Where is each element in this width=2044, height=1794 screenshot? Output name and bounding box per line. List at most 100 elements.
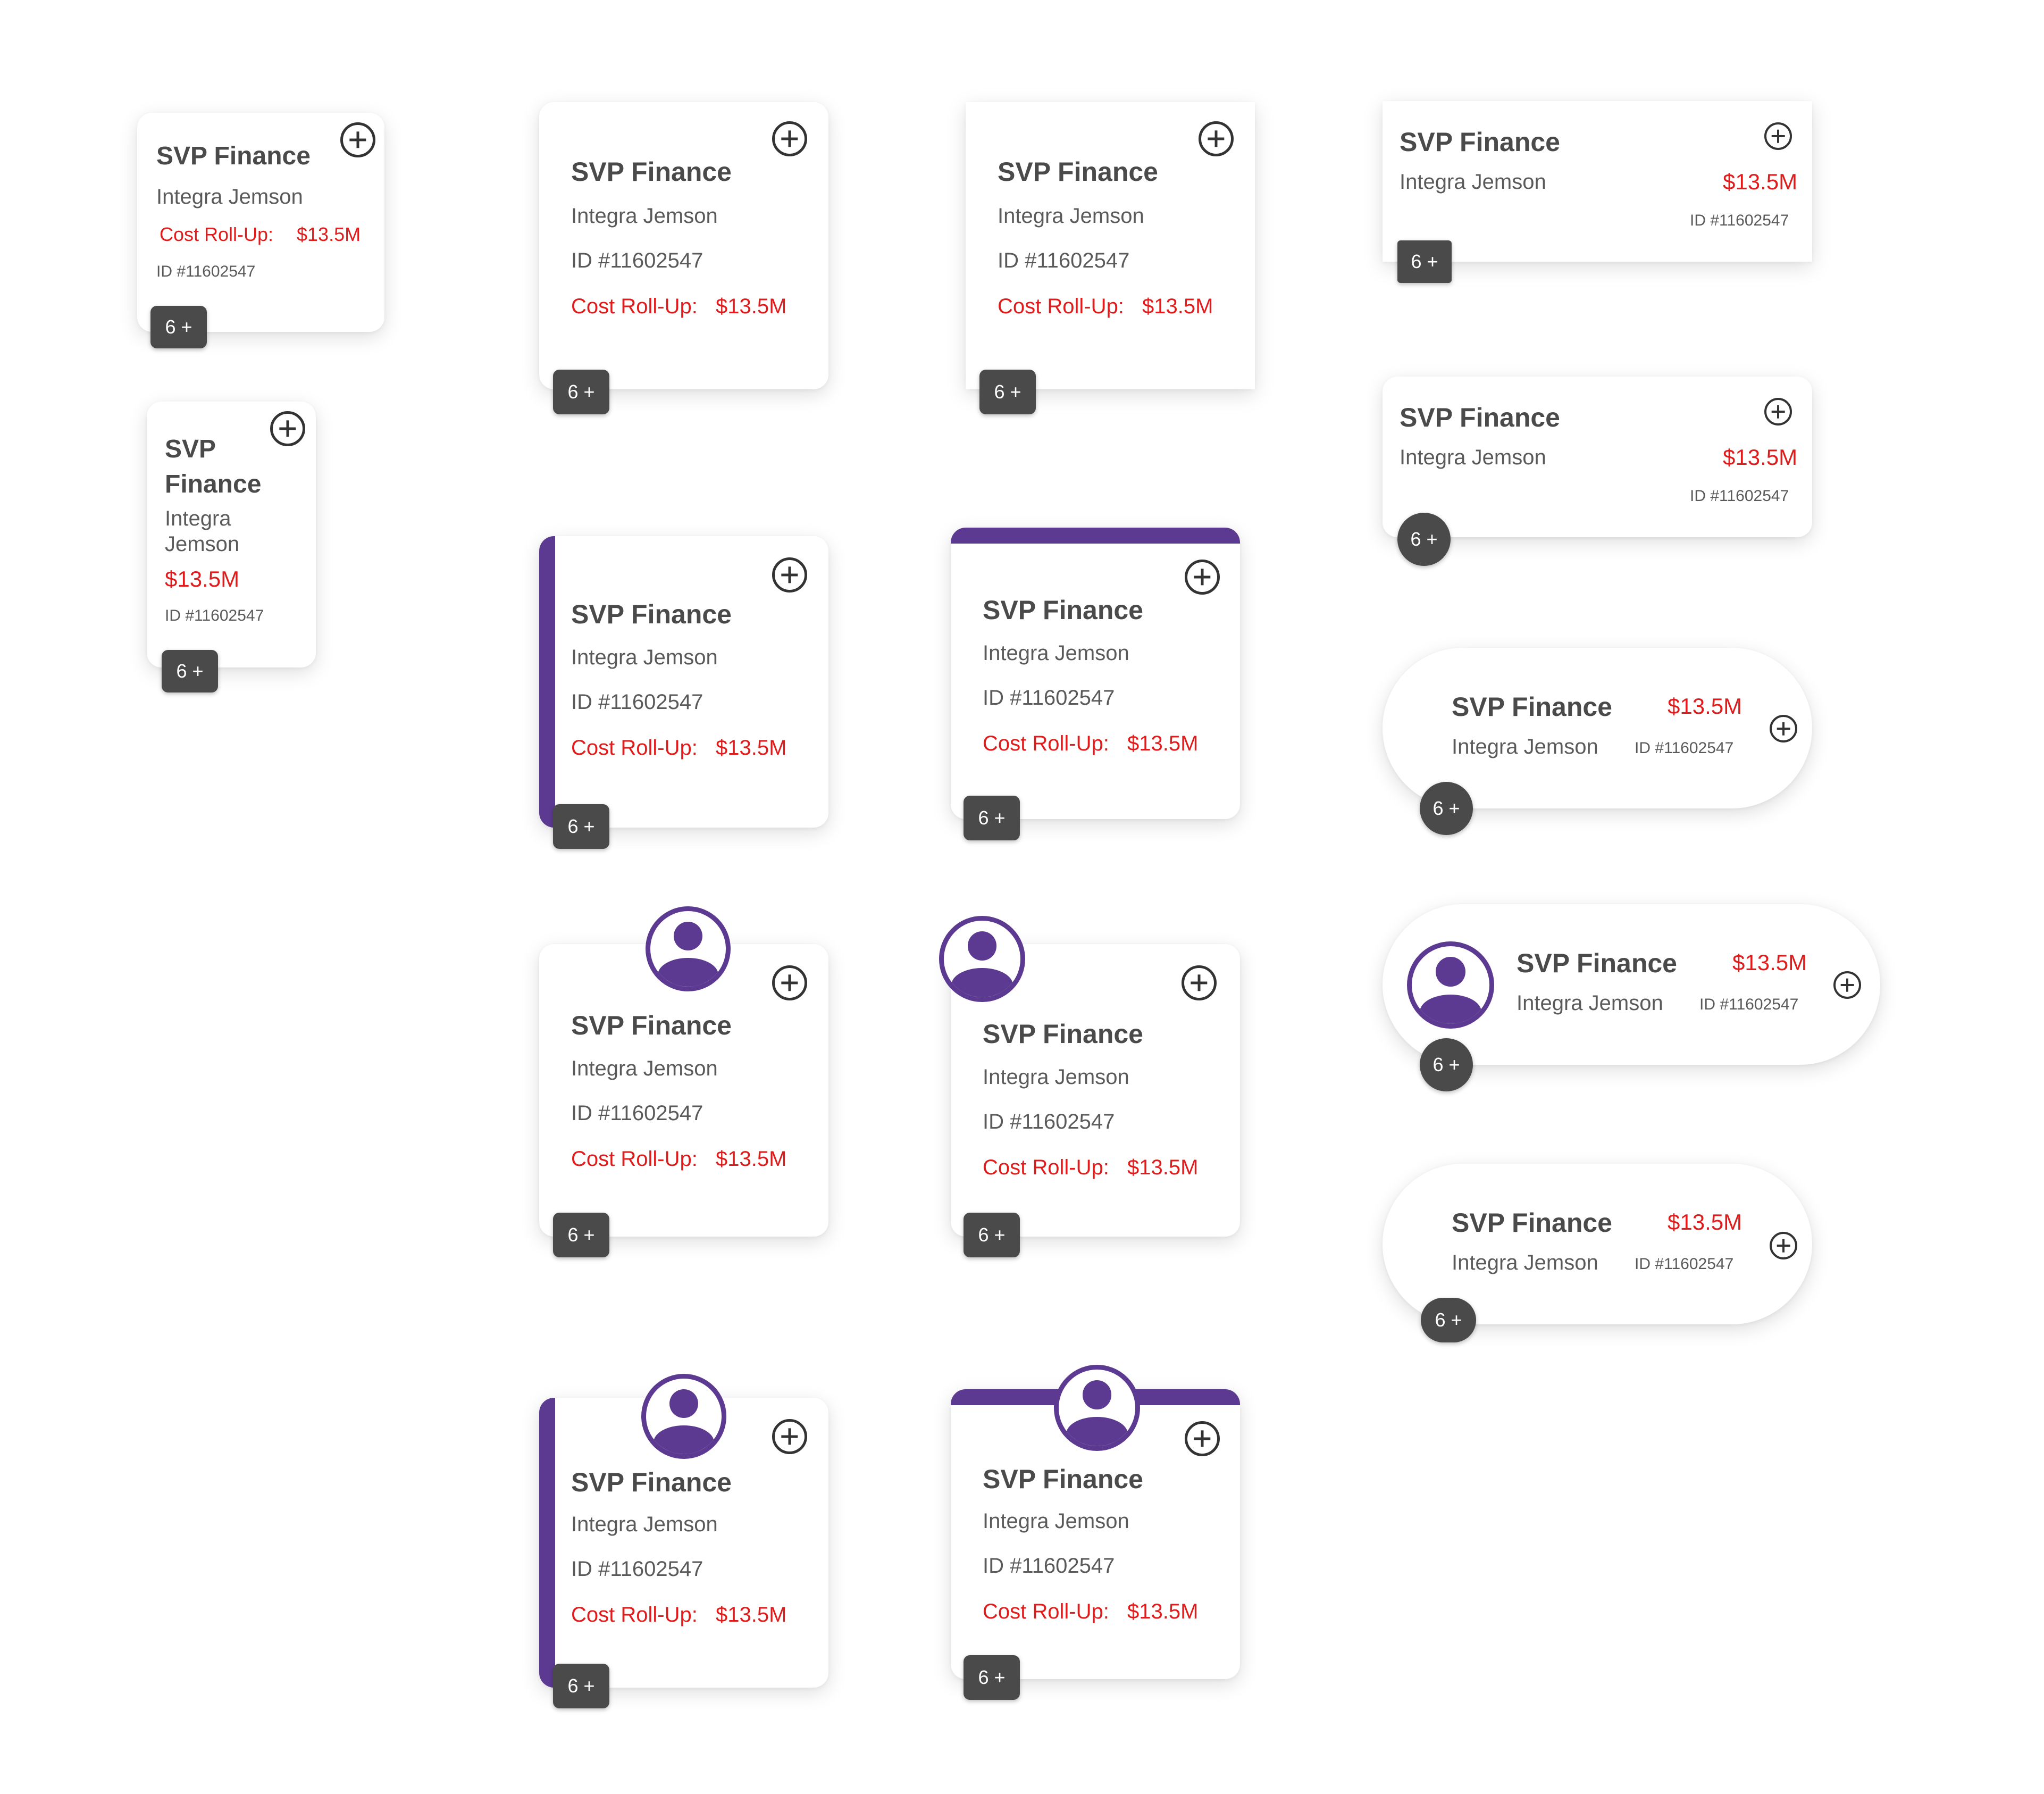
card-id: ID #11602547 <box>571 690 703 714</box>
card-name: Integra Jemson <box>1517 991 1663 1015</box>
add-node-icon[interactable] <box>1770 1232 1797 1259</box>
card-id: ID #11602547 <box>983 686 1115 710</box>
reports-badge[interactable]: 6 + <box>1420 782 1473 835</box>
add-node-icon[interactable] <box>1833 971 1861 999</box>
cost-label: Cost Roll-Up: <box>998 295 1124 318</box>
cost-value: $13.5M <box>1142 295 1213 318</box>
card-title: SVP Finance <box>571 1467 732 1497</box>
add-node-icon[interactable] <box>340 122 375 157</box>
add-node-icon[interactable] <box>270 411 305 446</box>
add-node-icon[interactable] <box>772 121 807 156</box>
card-id: ID #11602547 <box>571 1557 703 1581</box>
card-title: SVP Finance <box>571 1011 732 1040</box>
cost-label: Cost Roll-Up: <box>571 295 698 318</box>
cost-label: Cost Roll-Up: <box>571 1603 698 1626</box>
card-title: SVP Finance <box>156 142 311 170</box>
cost-label: Cost Roll-Up: <box>571 1147 698 1171</box>
org-card-standard[interactable]: SVP Finance Integra Jemson ID #11602547 … <box>539 102 828 389</box>
reports-badge[interactable]: 6 + <box>553 804 609 849</box>
cost-value: $13.5M <box>1668 1209 1743 1234</box>
reports-badge[interactable]: 6 + <box>150 306 207 348</box>
card-id: ID #11602547 <box>156 263 256 280</box>
accent-bar-left <box>539 536 555 828</box>
card-title: SVP Finance <box>1517 948 1677 978</box>
card-name: Integra Jemson <box>1452 1251 1598 1274</box>
cost-label: Cost Roll-Up: <box>983 1156 1109 1179</box>
card-name: Integra Jemson <box>983 1065 1129 1089</box>
cost-value: $13.5M <box>716 736 787 760</box>
cost-value: $13.5M <box>1127 1600 1199 1623</box>
cost-value: $13.5M <box>1127 1156 1199 1179</box>
add-node-icon[interactable] <box>1185 560 1220 595</box>
add-node-icon[interactable] <box>772 1419 807 1454</box>
org-card-compact[interactable]: SVP Finance Integra Jemson Cost Roll-Up:… <box>137 113 384 332</box>
card-title: SVP Finance <box>983 1464 1143 1494</box>
reports-badge[interactable]: 6 + <box>1397 240 1452 283</box>
org-card-left-accent[interactable]: SVP Finance Integra Jemson ID #11602547 … <box>539 536 828 828</box>
card-name: Integra Jemson <box>156 185 303 208</box>
card-name-line1: Integra <box>165 507 231 530</box>
card-title: SVP Finance <box>983 595 1143 625</box>
card-title: SVP Finance <box>571 157 732 187</box>
cost-value: $13.5M <box>1127 732 1199 755</box>
card-id: ID #11602547 <box>165 607 264 624</box>
user-avatar-icon <box>1054 1365 1140 1451</box>
card-name: Integra Jemson <box>998 204 1144 228</box>
org-card-wide-rounded[interactable]: SVP Finance Integra Jemson $13.5M ID #11… <box>1383 377 1812 537</box>
card-title: SVP Finance <box>983 1019 1143 1049</box>
cost-label: Cost Roll-Up: <box>983 1600 1109 1623</box>
add-node-icon[interactable] <box>1185 1421 1220 1456</box>
card-name: Integra Jemson <box>571 1513 718 1536</box>
card-title: SVP Finance <box>1400 403 1560 432</box>
reports-badge[interactable]: 6 + <box>964 1213 1020 1257</box>
card-id: ID #11602547 <box>983 1554 1115 1578</box>
cost-value: $13.5M <box>716 1603 787 1626</box>
card-title: SVP Finance <box>1400 127 1560 157</box>
cost-value: $13.5M <box>716 295 787 318</box>
reports-badge[interactable]: 6 + <box>162 650 218 692</box>
user-avatar-icon <box>641 1374 726 1459</box>
reports-badge[interactable]: 6 + <box>553 370 609 414</box>
card-id: ID #11602547 <box>1690 487 1789 505</box>
add-node-icon[interactable] <box>772 557 807 593</box>
add-node-icon[interactable] <box>1199 121 1234 156</box>
card-name: Integra Jemson <box>983 641 1129 665</box>
reports-badge[interactable]: 6 + <box>964 796 1020 840</box>
reports-badge[interactable]: 6 + <box>1421 1298 1476 1342</box>
card-id: ID #11602547 <box>1699 996 1799 1013</box>
card-id: ID #11602547 <box>998 249 1130 272</box>
cost-value: $13.5M <box>1732 950 1807 975</box>
card-id: ID #11602547 <box>571 249 703 272</box>
cost-value: $13.5M <box>297 223 361 245</box>
add-node-icon[interactable] <box>1770 715 1797 742</box>
reports-badge[interactable]: 6 + <box>1420 1038 1473 1091</box>
card-name: Integra Jemson <box>571 1057 718 1080</box>
card-id: ID #11602547 <box>983 1110 1115 1133</box>
card-name: Integra Jemson <box>571 204 718 228</box>
card-id: ID #11602547 <box>1690 212 1789 229</box>
card-title: SVP Finance <box>1452 692 1612 722</box>
card-name-line2: Jemson <box>165 532 240 556</box>
add-node-icon[interactable] <box>1764 398 1792 425</box>
org-card-narrow[interactable]: SVP Finance Integra Jemson $13.5M ID #11… <box>147 402 316 667</box>
reports-badge[interactable]: 6 + <box>553 1213 609 1257</box>
cost-value: $13.5M <box>1723 169 1798 194</box>
card-title-line2: Finance <box>165 470 262 498</box>
card-name: Integra Jemson <box>983 1509 1129 1533</box>
add-node-icon[interactable] <box>772 965 807 1000</box>
org-card-square[interactable]: SVP Finance Integra Jemson ID #11602547 … <box>966 102 1255 389</box>
card-id: ID #11602547 <box>1635 739 1734 757</box>
reports-badge[interactable]: 6 + <box>979 370 1036 414</box>
cost-label: Cost Roll-Up: <box>571 736 698 760</box>
user-avatar-icon <box>646 906 731 991</box>
org-card-wide-square[interactable]: SVP Finance Integra Jemson $13.5M ID #11… <box>1383 101 1812 262</box>
reports-badge[interactable]: 6 + <box>1397 513 1451 566</box>
add-node-icon[interactable] <box>1182 965 1217 1000</box>
card-title-line1: SVP <box>165 435 216 463</box>
org-card-top-accent[interactable]: SVP Finance Integra Jemson ID #11602547 … <box>951 528 1240 819</box>
add-node-icon[interactable] <box>1764 122 1792 150</box>
cost-value: $13.5M <box>716 1147 787 1171</box>
card-title: SVP Finance <box>571 599 732 629</box>
reports-badge[interactable]: 6 + <box>964 1655 1020 1700</box>
reports-badge[interactable]: 6 + <box>553 1664 609 1708</box>
